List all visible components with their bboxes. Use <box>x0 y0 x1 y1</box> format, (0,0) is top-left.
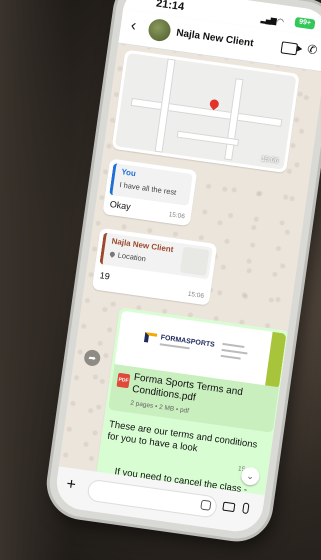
message-text: 19 <box>99 270 111 282</box>
preview-stripe <box>264 331 287 390</box>
location-pin-icon <box>108 250 116 258</box>
quote-text: I have all the rest <box>119 180 177 197</box>
pdf-icon: PDF <box>116 372 131 389</box>
brand-logo-icon <box>143 332 158 344</box>
quoted-message[interactable]: You I have all the rest <box>109 163 193 206</box>
quote-text: Location <box>108 249 147 264</box>
chevron-left-icon[interactable]: ‹ <box>130 17 138 36</box>
reply-message[interactable]: You I have all the rest Okay 15:06 <box>102 158 198 227</box>
phone-body: 21:14 ▂▄▆ ◠ 99+ ‹ Najla New Client ✆ 15:… <box>45 0 321 543</box>
message-time: 15:06 <box>260 155 279 165</box>
map-thumbnail <box>180 246 210 276</box>
message-time: 15:06 <box>168 211 186 221</box>
quote-label: Location <box>117 250 147 264</box>
sticker-icon[interactable] <box>200 499 212 511</box>
map-thumbnail[interactable]: 15:06 <box>114 52 297 170</box>
preview-line <box>220 354 241 360</box>
map-road <box>130 97 283 127</box>
preview-line <box>222 342 245 348</box>
avatar[interactable] <box>147 17 172 43</box>
camera-icon[interactable] <box>222 501 236 513</box>
contact-name[interactable]: Najla New Client <box>176 28 255 50</box>
preview-line <box>221 348 248 355</box>
signal-wifi-icon: ▂▄▆ ◠ <box>260 14 284 27</box>
battery-icon: 99+ <box>294 16 316 30</box>
status-time: 21:14 <box>155 0 185 14</box>
message-text: Okay <box>109 198 132 212</box>
phone-photo: 21:14 ▂▄▆ ◠ 99+ ‹ Najla New Client ✆ 15:… <box>0 0 321 560</box>
chat-screen: 21:14 ▂▄▆ ◠ 99+ ‹ Najla New Client ✆ 15:… <box>53 0 321 535</box>
plus-icon[interactable]: + <box>65 476 77 495</box>
message-time: 15:06 <box>187 290 205 300</box>
microphone-icon[interactable] <box>242 502 250 515</box>
video-call-icon[interactable] <box>280 41 299 56</box>
quote-author: You <box>120 167 137 179</box>
phone-call-icon[interactable]: ✆ <box>306 42 318 57</box>
